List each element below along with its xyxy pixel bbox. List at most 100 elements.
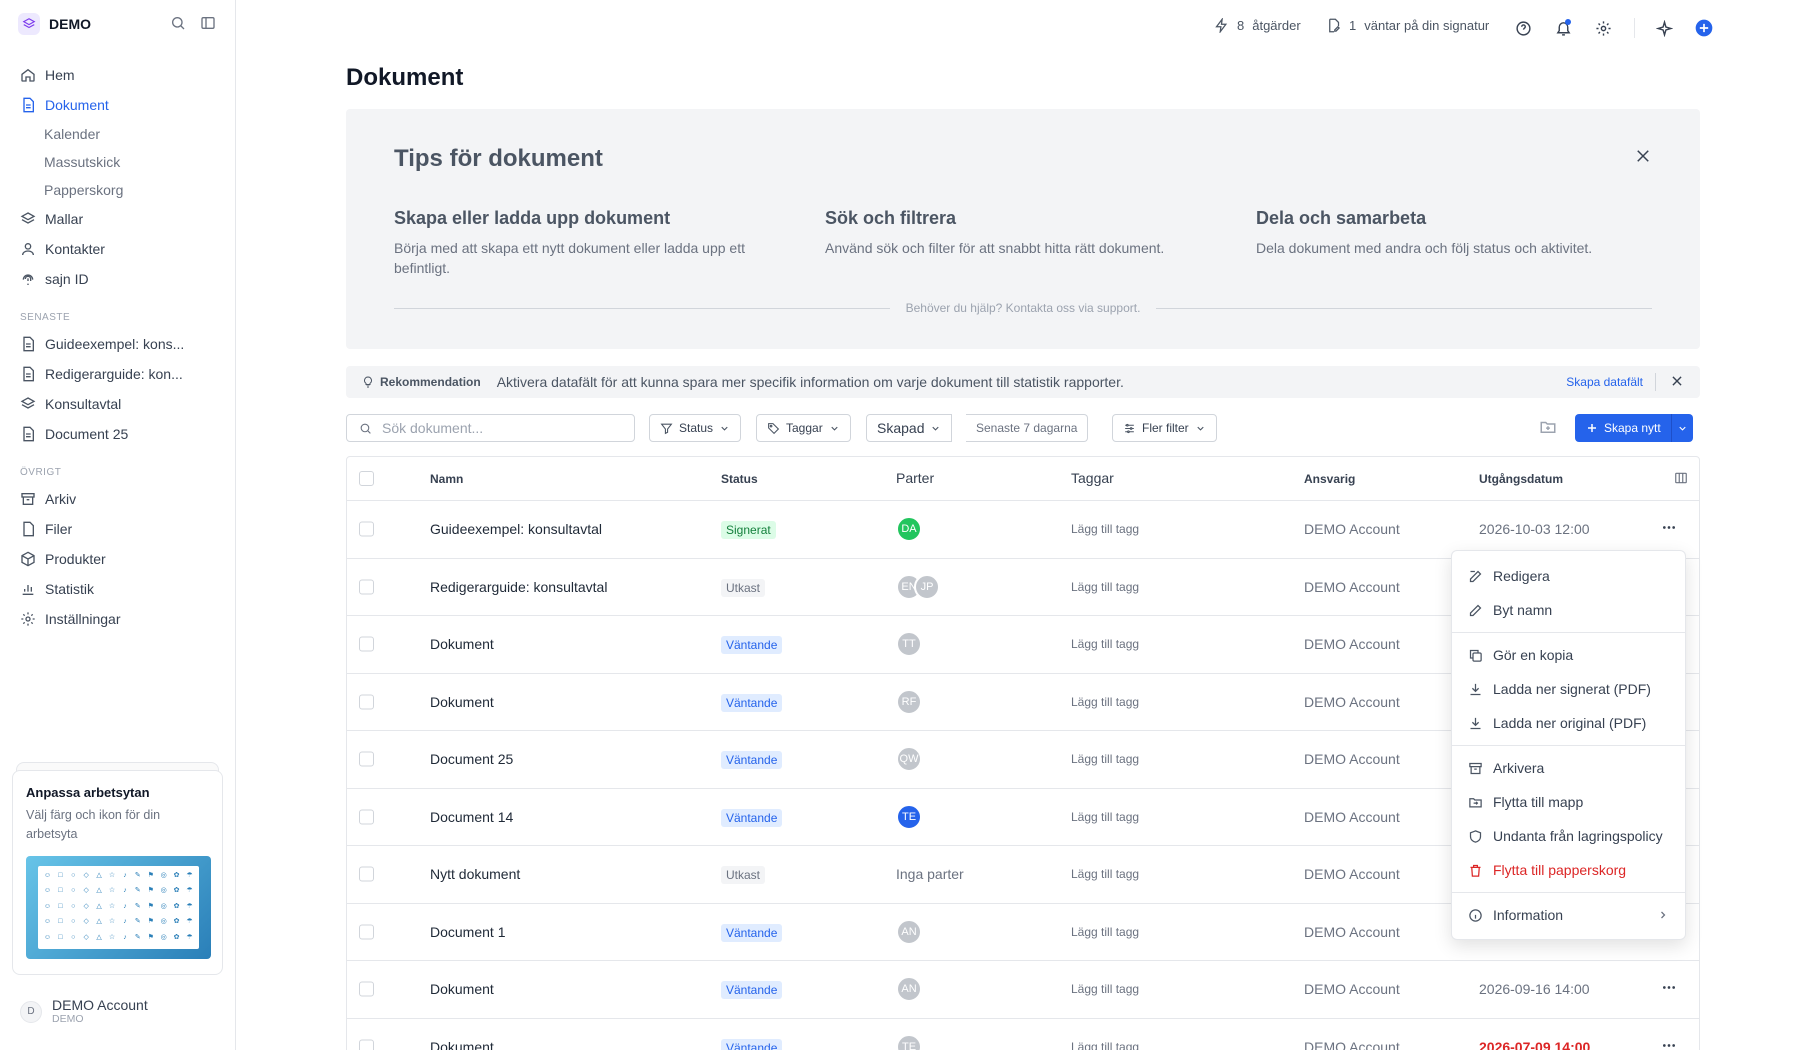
add-tag-link[interactable]: Lägg till tagg [1071,810,1139,824]
actions-indicator[interactable]: 8 åtgärder [1214,18,1301,33]
party-avatar[interactable]: RF [896,688,922,715]
menu-item-rename[interactable]: Byt namn [1452,593,1685,627]
more-options-icon[interactable] [1661,1037,1677,1050]
nav-item-templates[interactable]: Mallar [14,204,224,234]
recent-item[interactable]: Document 25 [14,419,224,449]
notifications-bell-icon[interactable] [1553,18,1573,38]
party-avatar[interactable]: JP [914,573,940,600]
status-filter-button[interactable]: Status [649,414,742,442]
party-avatar[interactable]: AN [896,976,922,1003]
document-name[interactable]: Document 14 [430,809,513,825]
tags-filter-button[interactable]: Taggar [756,414,851,442]
account-menu[interactable]: D DEMO Account DEMO [20,998,148,1025]
row-checkbox[interactable] [359,866,374,882]
row-checkbox[interactable] [359,694,374,710]
add-tag-link[interactable]: Lägg till tagg [1071,695,1139,709]
add-tag-link[interactable]: Lägg till tagg [1071,982,1139,996]
more-options-icon[interactable] [1661,980,1677,999]
more-options-icon[interactable] [1661,520,1677,539]
add-circle-icon[interactable] [1694,18,1714,38]
folder-icon[interactable] [1539,418,1557,441]
nav-item-files[interactable]: Filer [14,514,224,544]
workspace-switcher[interactable]: DEMO [18,13,91,35]
nav-item-settings[interactable]: Inställningar [14,604,224,634]
search-box[interactable] [346,414,635,442]
row-checkbox[interactable] [359,809,374,825]
table-row[interactable]: Dokument Väntande TE Lägg till tagg DEMO Acc… [347,1019,1699,1050]
menu-item-edit[interactable]: Redigera [1452,559,1685,593]
add-tag-link[interactable]: Lägg till tagg [1071,522,1139,536]
document-name[interactable]: Dokument [430,1039,494,1050]
row-checkbox[interactable] [359,981,374,997]
menu-item-exempt-policy[interactable]: Undanta från lagringspolicy [1452,819,1685,853]
nav-item-calendar[interactable]: Kalender [14,120,224,148]
more-filters-button[interactable]: Fler filter [1112,414,1217,442]
menu-item-archive[interactable]: Arkivera [1452,751,1685,785]
add-tag-link[interactable]: Lägg till tagg [1071,637,1139,651]
column-expires[interactable]: Utgångsdatum [1479,472,1563,486]
row-checkbox[interactable] [359,751,374,767]
nav-item-trash[interactable]: Papperskorg [14,176,224,204]
table-row[interactable]: Dokument Väntande AN Lägg till tagg DEMO Acc… [347,961,1699,1019]
party-avatar[interactable]: TE [896,1033,922,1050]
document-name[interactable]: Redigerarguide: konsultavtal [430,579,607,595]
menu-item-download-signed[interactable]: Ladda ner signerat (PDF) [1452,672,1685,706]
nav-item-documents[interactable]: Dokument [14,90,224,120]
add-tag-link[interactable]: Lägg till tagg [1071,580,1139,594]
party-avatar[interactable]: AN [896,918,922,945]
columns-settings-icon[interactable] [1674,471,1688,488]
nav-item-statistics[interactable]: Statistik [14,574,224,604]
customize-workspace-card[interactable]: Anpassa arbetsytan Välj färg och ikon fö… [12,770,223,975]
add-tag-link[interactable]: Lägg till tagg [1071,925,1139,939]
menu-item-move-folder[interactable]: Flytta till mapp [1452,785,1685,819]
close-icon[interactable] [1634,147,1652,170]
nav-item-home[interactable]: Hem [14,60,224,90]
party-avatar[interactable]: DA [896,516,922,543]
menu-item-copy[interactable]: Gör en kopia [1452,638,1685,672]
gear-icon[interactable] [1593,18,1613,38]
recent-item[interactable]: Konsultavtal [14,389,224,419]
party-avatar[interactable]: QW [896,746,922,773]
document-name[interactable]: Guideexempel: konsultavtal [430,521,602,537]
menu-item-download-original[interactable]: Ladda ner original (PDF) [1452,706,1685,740]
search-icon[interactable] [170,15,186,36]
add-tag-link[interactable]: Lägg till tagg [1071,752,1139,766]
row-checkbox[interactable] [359,521,374,537]
recent-item[interactable]: Redigerarguide: kon... [14,359,224,389]
close-icon[interactable] [1670,374,1684,391]
nav-item-sajn-id[interactable]: sajn ID [14,264,224,294]
column-name[interactable]: Namn [430,472,463,486]
nav-item-products[interactable]: Produkter [14,544,224,574]
search-input[interactable] [382,420,622,436]
add-tag-link[interactable]: Lägg till tagg [1071,1040,1139,1050]
party-avatar[interactable]: TT [896,631,922,658]
recent-item[interactable]: Guideexempel: kons... [14,329,224,359]
party-avatar[interactable]: TE [896,803,922,830]
nav-item-contacts[interactable]: Kontakter [14,234,224,264]
select-all-checkbox[interactable] [359,471,374,486]
create-datafield-link[interactable]: Skapa datafält [1566,375,1643,389]
document-name[interactable]: Nytt dokument [430,866,520,882]
sparkle-ai-icon[interactable] [1654,18,1674,38]
document-name[interactable]: Dokument [430,636,494,652]
create-options-dropdown[interactable] [1670,414,1693,442]
help-icon[interactable] [1513,18,1533,38]
collapse-sidebar-icon[interactable] [200,15,216,36]
menu-item-move-trash[interactable]: Flytta till papperskorg [1452,853,1685,887]
column-owner[interactable]: Ansvarig [1304,472,1355,486]
document-name[interactable]: Dokument [430,694,494,710]
column-status[interactable]: Status [721,472,758,486]
document-name[interactable]: Dokument [430,981,494,997]
nav-item-archive[interactable]: Arkiv [14,484,224,514]
document-name[interactable]: Document 25 [430,751,513,767]
row-checkbox[interactable] [359,579,374,595]
row-checkbox[interactable] [359,636,374,652]
waiting-signature-indicator[interactable]: 1 väntar på din signatur [1326,18,1489,33]
document-name[interactable]: Document 1 [430,924,505,940]
date-range-button[interactable]: Senaste 7 dagarna [966,414,1089,442]
create-new-button[interactable]: Skapa nytt [1575,414,1671,442]
nav-item-bulk-send[interactable]: Massutskick [14,148,224,176]
row-checkbox[interactable] [359,924,374,940]
support-help-text[interactable]: Behöver du hjälp? Kontakta oss via suppo… [906,301,1141,315]
created-filter-button[interactable]: Skapad [866,414,953,442]
